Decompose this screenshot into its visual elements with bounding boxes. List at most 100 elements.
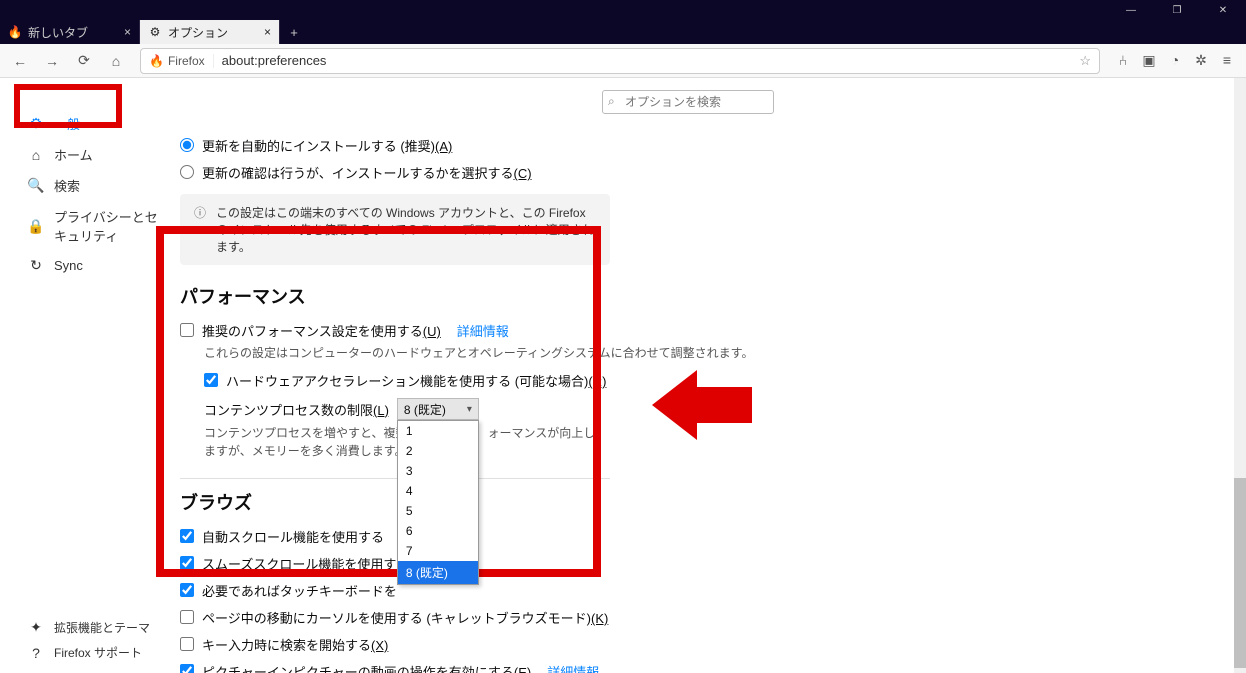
info-icon: ⓘ <box>194 204 206 255</box>
pocket-icon[interactable]: ▣ <box>1140 52 1158 69</box>
update-info-box: ⓘ この設定はこの端末のすべての Windows アカウントと、この Firef… <box>180 194 610 265</box>
tab-label: オプション <box>168 24 228 41</box>
select-value: 8 (既定) <box>404 401 446 418</box>
proc-option[interactable]: 2 <box>398 441 478 461</box>
sidebar-item-extensions[interactable]: ✦ 拡張機能とテーマ <box>0 615 170 640</box>
home-button[interactable]: ⌂ <box>102 47 130 75</box>
checkbox-label: 必要であればタッチキーボードを <box>202 581 397 600</box>
radio-label: 更新を自動的にインストールする (推奨)(A) <box>202 136 452 155</box>
preferences-sidebar: ⚙ 一般 ⌂ ホーム 🔍 検索 🔒 プライバシーとセキュリティ ↻ Sync ✦… <box>0 78 170 673</box>
search-icon: 🔍 <box>28 178 44 194</box>
proc-option[interactable]: 1 <box>398 421 478 441</box>
update-auto-radio[interactable] <box>180 138 194 152</box>
smoothscroll-row[interactable]: スムーズスクロール機能を使用す <box>180 550 1206 577</box>
gear-icon: ⚙ <box>28 116 44 132</box>
proc-option[interactable]: 4 <box>398 481 478 501</box>
puzzle-icon: ✦ <box>28 620 44 636</box>
smoothscroll-checkbox[interactable] <box>180 556 194 570</box>
site-identity[interactable]: 🔥 Firefox <box>141 54 214 68</box>
toolbar-right-icons: ⑃ ▣ ◔ ✲ ≡ <box>1110 52 1240 69</box>
sidebar-item-label: 拡張機能とテーマ <box>54 619 150 636</box>
proc-limit-label: コンテンツプロセス数の制限(L) <box>204 400 389 419</box>
pip-more-link[interactable]: 詳細情報 <box>547 662 599 673</box>
touchkb-checkbox[interactable] <box>180 583 194 597</box>
searchtype-row[interactable]: キー入力時に検索を開始する(X) <box>180 631 1206 658</box>
tab-options[interactable]: ⚙ オプション × <box>140 20 280 44</box>
extension-icon[interactable]: ✲ <box>1192 52 1210 69</box>
close-icon[interactable]: × <box>264 25 271 39</box>
proc-option[interactable]: 7 <box>398 541 478 561</box>
touchkb-row[interactable]: 必要であればタッチキーボードを <box>180 577 1206 604</box>
sidebar-item-search[interactable]: 🔍 検索 <box>0 170 170 201</box>
pip-checkbox[interactable] <box>180 664 194 673</box>
firefox-icon: 🔥 <box>149 54 164 68</box>
url-text[interactable]: about:preferences <box>214 53 1072 68</box>
reload-button[interactable]: ⟳ <box>70 47 98 75</box>
proc-option[interactable]: 6 <box>398 521 478 541</box>
proc-option[interactable]: 3 <box>398 461 478 481</box>
update-ask-row[interactable]: 更新の確認は行うが、インストールするかを選択する(C) <box>180 159 1206 186</box>
checkbox-label: ピクチャーインピクチャーの動画の操作を有効にする(E) <box>202 662 531 673</box>
back-button[interactable]: ← <box>6 47 34 75</box>
options-search-input[interactable] <box>602 90 774 114</box>
perf-more-link[interactable]: 詳細情報 <box>457 321 509 340</box>
firefox-icon: 🔥 <box>8 25 22 39</box>
lock-icon: 🔒 <box>28 218 44 234</box>
proc-limit-select[interactable]: 8 (既定) ▾ <box>397 398 479 420</box>
proc-limit-dropdown: 1 2 3 4 5 6 7 8 (既定) <box>397 420 479 585</box>
sidebar-item-label: Sync <box>54 258 83 273</box>
searchtype-checkbox[interactable] <box>180 637 194 651</box>
caret-checkbox[interactable] <box>180 610 194 624</box>
forward-button[interactable]: → <box>38 47 66 75</box>
menu-icon[interactable]: ≡ <box>1218 52 1236 69</box>
sidebar-item-home[interactable]: ⌂ ホーム <box>0 139 170 170</box>
home-icon: ⌂ <box>28 147 44 163</box>
sidebar-item-label: 検索 <box>54 176 80 195</box>
window-close[interactable]: ✕ <box>1200 0 1246 20</box>
autoscroll-checkbox[interactable] <box>180 529 194 543</box>
proc-option-selected[interactable]: 8 (既定) <box>398 561 478 584</box>
chevron-down-icon: ▾ <box>467 404 472 415</box>
sidebar-item-label: 一般 <box>54 114 80 133</box>
sidebar-item-general[interactable]: ⚙ 一般 <box>0 108 170 139</box>
window-maximize[interactable]: ❐ <box>1154 0 1200 20</box>
caret-row[interactable]: ページ中の移動にカーソルを使用する (キャレットブラウズモード)(K) <box>180 604 1206 631</box>
help-icon: ? <box>28 645 44 661</box>
search-icon: ⌕ <box>608 94 615 109</box>
gear-icon: ⚙ <box>148 25 162 39</box>
tab-strip: 🔥 新しいタブ × ⚙ オプション × + <box>0 20 1246 44</box>
sync-icon: ↻ <box>28 257 44 273</box>
perf-recommended-row[interactable]: 推奨のパフォーマンス設定を使用する(U) 詳細情報 <box>180 317 1206 344</box>
performance-heading: パフォーマンス <box>180 283 1206 309</box>
proc-option[interactable]: 5 <box>398 501 478 521</box>
vertical-scrollbar[interactable] <box>1234 78 1246 673</box>
perf-recommended-checkbox[interactable] <box>180 323 194 337</box>
sidebar-item-sync[interactable]: ↻ Sync <box>0 251 170 279</box>
sidebar-item-privacy[interactable]: 🔒 プライバシーとセキュリティ <box>0 201 170 251</box>
tab-label: 新しいタブ <box>28 24 88 41</box>
scrollbar-thumb[interactable] <box>1234 478 1246 668</box>
sidebar-item-label: ホーム <box>54 145 93 164</box>
library-icon[interactable]: ⑃ <box>1114 52 1132 69</box>
account-icon[interactable]: ◔ <box>1166 52 1184 69</box>
update-auto-row[interactable]: 更新を自動的にインストールする (推奨)(A) <box>180 132 1206 159</box>
window-minimize[interactable]: — <box>1108 0 1154 20</box>
checkbox-label: キー入力時に検索を開始する(X) <box>202 635 388 654</box>
checkbox-label: 推奨のパフォーマンス設定を使用する(U) <box>202 321 441 340</box>
nav-toolbar: ← → ⟳ ⌂ 🔥 Firefox about:preferences ☆ ⑃ … <box>0 44 1246 78</box>
window-titlebar: — ❐ ✕ <box>0 0 1246 20</box>
new-tab-button[interactable]: + <box>280 20 308 44</box>
sidebar-item-label: Firefox サポート <box>54 644 142 661</box>
update-ask-radio[interactable] <box>180 165 194 179</box>
pip-row[interactable]: ピクチャーインピクチャーの動画の操作を有効にする(E) 詳細情報 <box>180 658 1206 673</box>
bookmark-star-icon[interactable]: ☆ <box>1071 53 1099 69</box>
checkbox-label: 自動スクロール機能を使用する <box>202 527 384 546</box>
tab-new[interactable]: 🔥 新しいタブ × <box>0 20 140 44</box>
annotation-arrow <box>652 365 752 445</box>
sidebar-item-label: プライバシーとセキュリティ <box>54 207 162 245</box>
close-icon[interactable]: × <box>124 25 131 39</box>
perf-hwaccel-checkbox[interactable] <box>204 373 218 387</box>
url-bar[interactable]: 🔥 Firefox about:preferences ☆ <box>140 48 1100 74</box>
autoscroll-row[interactable]: 自動スクロール機能を使用する <box>180 523 1206 550</box>
sidebar-item-support[interactable]: ? Firefox サポート <box>0 640 170 665</box>
